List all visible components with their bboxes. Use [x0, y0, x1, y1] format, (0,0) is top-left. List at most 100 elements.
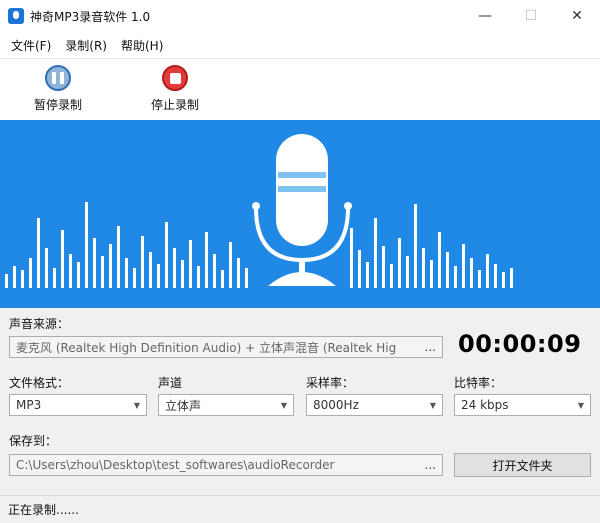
- source-label: 声音来源：: [9, 317, 70, 331]
- level-bar: [133, 268, 136, 288]
- level-bar: [462, 244, 465, 288]
- level-bar: [109, 244, 112, 288]
- level-bar: [446, 252, 449, 288]
- status-text: 正在录制......: [8, 503, 79, 517]
- channel-dropdown-icon: ▼: [280, 400, 287, 410]
- level-bar: [189, 240, 192, 288]
- format-dropdown-icon: ▼: [133, 400, 140, 410]
- level-bar: [125, 258, 128, 288]
- minimize-button[interactable]: —: [462, 0, 508, 32]
- pause-record-label: 暂停录制: [33, 98, 82, 112]
- bitrate-label: 比特率：: [454, 376, 503, 390]
- level-bar: [5, 274, 8, 288]
- level-bar: [237, 258, 240, 288]
- source-value: 麦克风 (Realtek High Definition Audio) + 立体…: [16, 340, 397, 355]
- save-label: 保存到：: [9, 434, 58, 448]
- level-bar: [478, 270, 481, 288]
- window-controls: — ☐ ✕: [462, 0, 600, 32]
- save-path-field[interactable]: C:\Users\zhou\Desktop\test_softwares\aud…: [9, 454, 443, 476]
- level-bar: [13, 266, 16, 288]
- microphone-icon: [252, 134, 352, 286]
- samplerate-select[interactable]: 8000Hz ▼: [306, 394, 443, 416]
- level-bar: [438, 232, 441, 288]
- save-browse-button[interactable]: ...: [421, 458, 436, 472]
- channel-select[interactable]: 立体声 ▼: [158, 394, 294, 416]
- level-bar: [494, 264, 497, 288]
- title-bar: 神奇MP3录音软件 1.0 — ☐ ✕: [0, 0, 600, 32]
- bitrate-value: 24 kbps: [461, 398, 509, 412]
- close-button[interactable]: ✕: [554, 0, 600, 32]
- level-bar: [29, 258, 32, 288]
- level-bar: [117, 226, 120, 288]
- menu-help[interactable]: 帮助(H): [114, 37, 170, 54]
- level-bar: [486, 254, 489, 288]
- level-bar: [470, 258, 473, 288]
- channel-value: 立体声: [165, 398, 202, 413]
- format-value: MP3: [16, 398, 42, 412]
- level-bar: [213, 254, 216, 288]
- level-bar: [414, 204, 417, 288]
- source-browse-button[interactable]: ...: [421, 340, 436, 354]
- level-bar: [157, 264, 160, 288]
- bitrate-select[interactable]: 24 kbps ▼: [454, 394, 591, 416]
- level-bar: [205, 232, 208, 288]
- format-select[interactable]: MP3 ▼: [9, 394, 147, 416]
- level-bar: [149, 252, 152, 288]
- level-bar: [502, 272, 505, 288]
- recording-timer: 00:00:09: [458, 330, 582, 358]
- window-title: 神奇MP3录音软件 1.0: [30, 9, 151, 24]
- level-bar: [45, 248, 48, 288]
- level-bars: [5, 202, 513, 288]
- level-bar: [77, 262, 80, 288]
- visualizer-graphic: [5, 134, 513, 288]
- toolbar: 暂停录制 停止录制: [0, 58, 600, 120]
- app-microphone-icon: [8, 8, 24, 24]
- save-path-value: C:\Users\zhou\Desktop\test_softwares\aud…: [16, 458, 335, 472]
- level-bar: [510, 268, 513, 288]
- menu-bar: 文件(F) 录制(R) 帮助(H): [0, 32, 600, 58]
- level-bar: [350, 228, 353, 288]
- level-bar: [53, 268, 56, 288]
- samplerate-dropdown-icon: ▼: [429, 400, 436, 410]
- samplerate-value: 8000Hz: [313, 398, 359, 412]
- level-bar: [422, 248, 425, 288]
- level-bar: [93, 238, 96, 288]
- level-bar: [229, 242, 232, 288]
- pause-icon: [45, 65, 71, 91]
- level-bar: [374, 218, 377, 288]
- level-bar: [221, 270, 224, 288]
- menu-record[interactable]: 录制(R): [58, 37, 114, 54]
- level-bar: [165, 222, 168, 288]
- samplerate-label: 采样率：: [306, 376, 355, 390]
- level-bar: [37, 218, 40, 288]
- stop-record-button[interactable]: 停止录制: [135, 65, 215, 113]
- bitrate-dropdown-icon: ▼: [577, 400, 584, 410]
- stop-record-label: 停止录制: [150, 98, 199, 112]
- level-bar: [69, 254, 72, 288]
- level-bar: [101, 256, 104, 288]
- level-bar: [398, 238, 401, 288]
- level-bar: [173, 248, 176, 288]
- level-bar: [406, 256, 409, 288]
- level-bar: [21, 270, 24, 288]
- maximize-button[interactable]: ☐: [508, 0, 554, 32]
- source-field[interactable]: 麦克风 (Realtek High Definition Audio) + 立体…: [9, 336, 443, 358]
- format-label: 文件格式：: [9, 376, 70, 390]
- stop-icon: [162, 65, 188, 91]
- pause-record-button[interactable]: 暂停录制: [18, 65, 98, 113]
- level-bar: [141, 236, 144, 288]
- level-bar: [245, 268, 248, 288]
- open-folder-button[interactable]: 打开文件夹: [454, 453, 591, 477]
- audio-visualizer: [0, 120, 600, 308]
- level-bar: [181, 260, 184, 288]
- level-bar: [61, 230, 64, 288]
- status-bar: 正在录制......: [0, 495, 600, 523]
- level-bar: [390, 264, 393, 288]
- channel-label: 声道: [158, 376, 183, 390]
- level-bar: [366, 262, 369, 288]
- level-bar: [454, 266, 457, 288]
- menu-file[interactable]: 文件(F): [4, 37, 58, 54]
- level-bar: [382, 246, 385, 288]
- level-bar: [85, 202, 88, 288]
- level-bar: [197, 266, 200, 288]
